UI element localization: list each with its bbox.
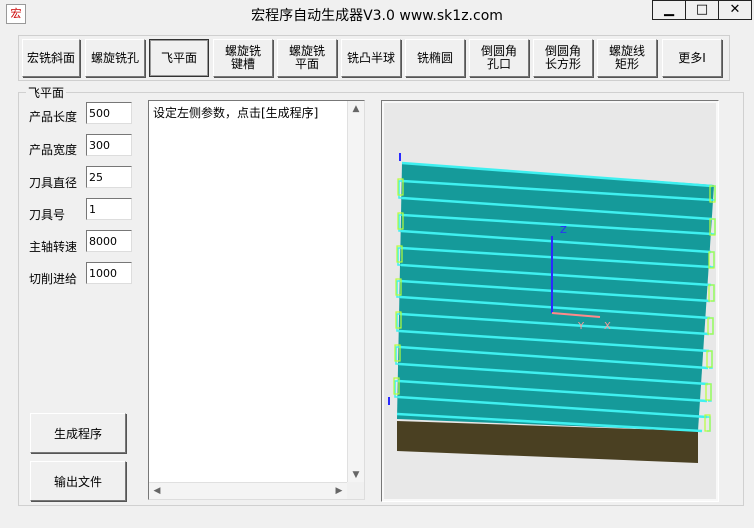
toolbar-button-tuo-yuan[interactable]: 铣椭圆 xyxy=(405,39,465,77)
toolbar-button-luo-xuan-ping-mian[interactable]: 螺旋铣 平面 xyxy=(277,39,337,77)
spindle-speed-input[interactable] xyxy=(86,230,132,252)
y-axis-label: Y xyxy=(577,321,585,332)
maximize-button[interactable]: □ xyxy=(685,0,719,20)
z-axis-label: Z xyxy=(560,225,567,236)
toolpath-preview: Z X Y xyxy=(381,100,719,502)
scroll-down-icon[interactable]: ▼ xyxy=(348,467,364,483)
output-text: 设定左侧参数，点击[生成程序] xyxy=(153,106,319,120)
param-label-width: 产品宽度 xyxy=(29,143,78,157)
width-input[interactable] xyxy=(86,134,132,156)
title-bar: 宏 宏程序自动生成器V3.0 www.sk1z.com ▁ □ ✕ xyxy=(0,0,754,28)
close-button[interactable]: ✕ xyxy=(718,0,752,20)
group-title: 飞平面 xyxy=(26,84,67,101)
minimize-button[interactable]: ▁ xyxy=(652,0,686,20)
param-label-spindle-speed: 主轴转速 xyxy=(29,240,78,254)
tool-number-input[interactable] xyxy=(86,198,132,220)
param-label-tool-diameter: 刀具直径 xyxy=(29,176,78,190)
param-label-tool-number: 刀具号 xyxy=(29,208,66,222)
generate-program-button[interactable]: 生成程序 xyxy=(30,413,126,453)
scroll-right-icon[interactable]: ▶ xyxy=(331,483,347,499)
window-title: 宏程序自动生成器V3.0 www.sk1z.com xyxy=(251,8,503,24)
feed-rate-input[interactable] xyxy=(86,262,132,284)
toolpath-preview-svg: Z X Y xyxy=(384,103,716,499)
toolbar-button-more[interactable]: 更多I xyxy=(662,39,722,77)
toolbar-button-luo-xuan-xian-ju-xing[interactable]: 螺旋线 矩形 xyxy=(597,39,657,77)
x-axis-label: X xyxy=(604,321,611,332)
toolbar-button-luo-xuan-xi-kong[interactable]: 螺旋铣孔 xyxy=(85,39,145,77)
scroll-corner xyxy=(347,482,364,499)
vertical-scrollbar[interactable]: ▲ ▼ xyxy=(347,101,364,483)
toolbar-button-hong-xie-mian[interactable]: 宏铣斜面 xyxy=(22,39,80,77)
scroll-left-icon[interactable]: ◀ xyxy=(149,483,165,499)
length-input[interactable] xyxy=(86,102,132,124)
toolbar-button-tu-ban-qiu[interactable]: 铣凸半球 xyxy=(341,39,401,77)
toolbar-button-dao-yuan-jiao-kong-kou[interactable]: 倒圆角 孔口 xyxy=(469,39,529,77)
export-file-button[interactable]: 输出文件 xyxy=(30,461,126,501)
program-output-textarea[interactable]: 设定左侧参数，点击[生成程序] ▲ ▼ ◀ ▶ xyxy=(148,100,365,500)
tool-diameter-input[interactable] xyxy=(86,166,132,188)
toolbar-button-fei-ping-mian[interactable]: 飞平面 xyxy=(149,39,209,77)
toolbar-button-luo-xuan-jian-cao[interactable]: 螺旋铣 键槽 xyxy=(213,39,273,77)
param-label-length: 产品长度 xyxy=(29,110,78,124)
param-label-feed-rate: 切削进给 xyxy=(29,272,78,286)
scroll-up-icon[interactable]: ▲ xyxy=(348,101,364,117)
toolbar-button-dao-yuan-jiao-chang-fang[interactable]: 倒圆角 长方形 xyxy=(533,39,593,77)
horizontal-scrollbar[interactable]: ◀ ▶ xyxy=(149,482,347,499)
